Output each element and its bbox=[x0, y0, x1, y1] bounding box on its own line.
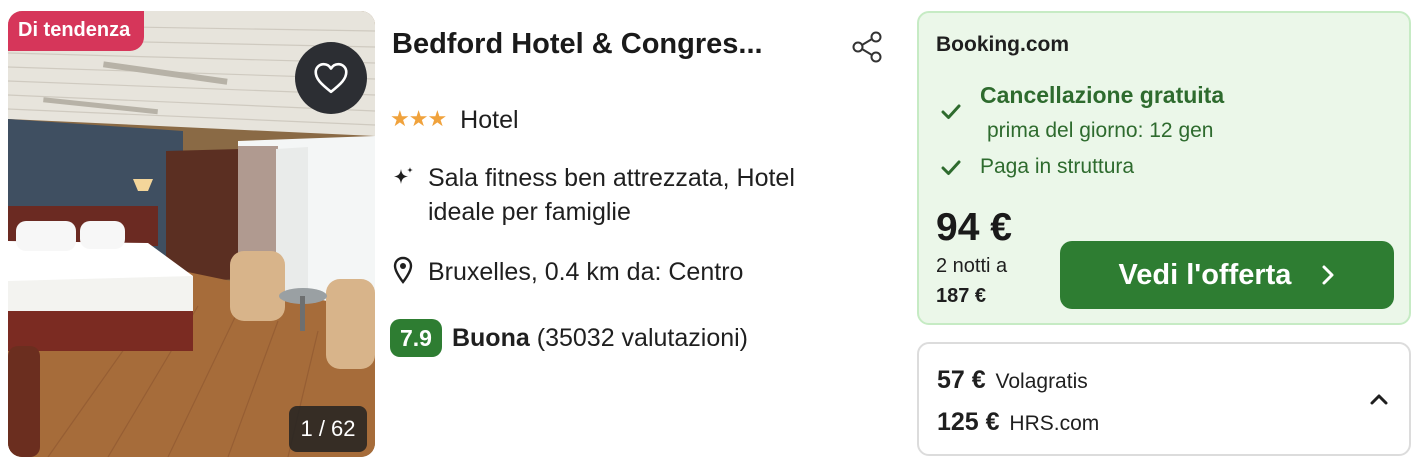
hotel-type: Hotel bbox=[460, 106, 519, 134]
favorite-button[interactable] bbox=[295, 42, 367, 114]
location-text: Bruxelles, 0.4 km da: Centro bbox=[428, 258, 744, 286]
offer-provider: HRS.com bbox=[1009, 412, 1100, 435]
total-price: 187 € bbox=[936, 285, 987, 307]
nights-label: 2 notti a bbox=[936, 255, 1008, 277]
rating-score-badge: 7.9 bbox=[390, 319, 442, 357]
check-icon bbox=[941, 160, 961, 175]
view-offer-label: Vedi l'offerta bbox=[1118, 258, 1292, 291]
pay-at-property: Paga in struttura bbox=[980, 155, 1135, 178]
offer-provider: Volagratis bbox=[995, 370, 1088, 393]
photo-counter: 1 / 62 bbox=[289, 406, 367, 452]
hotel-location: Bruxelles, 0.4 km da: Centro bbox=[390, 255, 743, 289]
rating-label: Buona bbox=[451, 323, 530, 352]
review-count: (35032 valutazioni) bbox=[536, 323, 749, 352]
hotel-rating[interactable]: 7.9 Buona (35032 valutazioni) bbox=[390, 319, 748, 357]
hotel-category: ★★★ Hotel bbox=[390, 104, 519, 136]
star-rating-icons: ★★★ bbox=[390, 106, 447, 131]
check-icon bbox=[941, 104, 961, 119]
sparkle-icon bbox=[390, 161, 416, 191]
hotel-photo[interactable]: Di tendenza 1 / 62 bbox=[8, 11, 375, 457]
hotel-features: Sala fitness ben attrezzata, Hotel ideal… bbox=[390, 161, 870, 229]
offer-row[interactable]: 125 € HRS.com bbox=[937, 408, 1099, 437]
deal-provider: Booking.com bbox=[936, 33, 1070, 56]
free-cancellation: Cancellazione gratuita bbox=[980, 82, 1225, 108]
features-text: Sala fitness ben attrezzata, Hotel ideal… bbox=[428, 164, 795, 226]
trending-badge: Di tendenza bbox=[8, 11, 145, 51]
heart-outline-icon bbox=[314, 62, 348, 94]
view-offer-button[interactable]: Vedi l'offerta bbox=[1060, 241, 1394, 309]
cancellation-deadline: prima del giorno: 12 gen bbox=[987, 119, 1214, 142]
location-pin-icon bbox=[390, 255, 416, 287]
deal-price: 94 € bbox=[936, 206, 1012, 249]
hotel-name[interactable]: Bedford Hotel & Congres... bbox=[392, 28, 822, 61]
offer-price: 57 € bbox=[937, 366, 986, 394]
chevron-right-icon bbox=[1322, 265, 1334, 285]
offer-row[interactable]: 57 € Volagratis bbox=[937, 366, 1088, 395]
best-deal-card[interactable]: Booking.com Cancellazione gratuita prima… bbox=[917, 11, 1411, 325]
offer-price: 125 € bbox=[937, 408, 1000, 436]
share-icon[interactable] bbox=[850, 30, 884, 64]
other-offers-panel[interactable]: 57 € Volagratis 125 € HRS.com bbox=[917, 342, 1411, 456]
chevron-up-icon[interactable] bbox=[1367, 388, 1391, 412]
